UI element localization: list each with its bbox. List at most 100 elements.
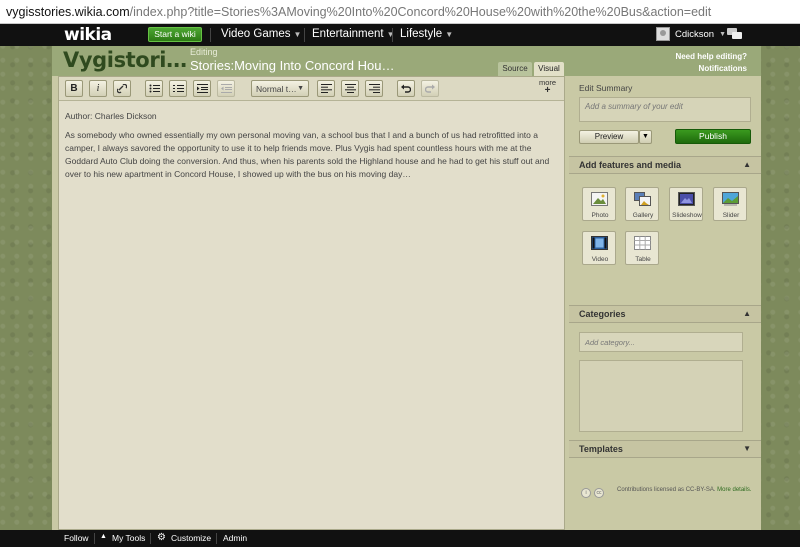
browser-url-bar[interactable]: vygisstories.wikia.com/index.php?title=S…: [0, 0, 800, 24]
bullet-list-icon: [149, 84, 160, 93]
slider-icon: [722, 192, 739, 206]
category-input[interactable]: Add category...: [579, 332, 743, 352]
editor-content[interactable]: Author: Charles Dickson As somebody who …: [65, 110, 560, 187]
hub-video-games[interactable]: Video Games ▼: [221, 28, 301, 40]
nav-divider: [210, 28, 211, 42]
link-icon: [117, 83, 127, 93]
help-editing-link[interactable]: Need help editing?: [675, 52, 747, 61]
feature-label: Video: [591, 256, 609, 263]
edit-summary-input[interactable]: Add a summary of your edit: [579, 97, 751, 122]
align-right-button[interactable]: [365, 80, 383, 97]
toolbar-divider: [94, 533, 95, 544]
toolbar-divider: [216, 533, 217, 544]
outdent-button[interactable]: [217, 80, 235, 97]
tab-source[interactable]: Source: [498, 62, 532, 76]
license-notice: Contributions licensed as CC-BY-SA. More…: [617, 485, 753, 496]
bold-button[interactable]: B: [65, 80, 83, 97]
chevron-down-icon: ▼: [293, 30, 302, 39]
add-video-button[interactable]: Video: [582, 231, 616, 265]
hub-label: Entertainment: [312, 28, 384, 40]
more-toolbar-button[interactable]: more +: [539, 79, 556, 96]
editor-area: B i Normal t… ▼ more + Author: Charles D…: [58, 76, 565, 530]
page-title: Stories:Moving Into Concord Hou…: [190, 58, 395, 73]
feature-label: Slideshow: [672, 212, 702, 219]
user-menu[interactable]: Cdickson ▼: [656, 27, 726, 41]
features-section-header[interactable]: Add features and media ▲: [569, 156, 761, 174]
hub-lifestyle[interactable]: Lifestyle ▼: [400, 28, 453, 40]
redo-button[interactable]: [421, 80, 439, 97]
my-tools-button[interactable]: My Tools: [112, 533, 145, 543]
follow-button[interactable]: Follow: [64, 533, 89, 543]
author-line: Author: Charles Dickson: [65, 111, 157, 121]
align-center-button[interactable]: [341, 80, 359, 97]
license-icons: i cc: [581, 488, 604, 498]
chevron-down-icon: ▼: [719, 30, 727, 38]
feature-label: Table: [635, 256, 651, 263]
format-select[interactable]: Normal t… ▼: [251, 80, 309, 97]
add-slideshow-button[interactable]: Slideshow: [669, 187, 703, 221]
photo-icon: [591, 192, 608, 206]
templates-section-header[interactable]: Templates ▼: [569, 440, 761, 458]
italic-button[interactable]: i: [89, 80, 107, 97]
link-button[interactable]: [113, 80, 131, 97]
tab-visual[interactable]: Visual: [534, 62, 564, 76]
right-rail: Edit Summary Add a summary of your edit …: [569, 76, 761, 530]
slideshow-icon: [678, 192, 695, 206]
preview-dropdown-button[interactable]: ▼: [639, 130, 652, 144]
url-host: vygisstories.wikia.com: [6, 4, 130, 19]
license-text: Contributions licensed as CC-BY-SA.: [617, 487, 716, 493]
feature-label: Photo: [591, 212, 609, 219]
customize-button[interactable]: Customize: [171, 533, 211, 543]
chevron-up-icon: ▲: [743, 160, 751, 169]
templates-title: Templates: [579, 444, 623, 454]
nav-divider: [304, 28, 305, 42]
add-table-button[interactable]: Table: [625, 231, 659, 265]
chevron-down-icon: ▼: [386, 30, 395, 39]
chevron-down-icon: ▼: [445, 30, 454, 39]
hub-label: Video Games: [221, 28, 291, 40]
feature-label: Gallery: [632, 212, 654, 219]
add-gallery-button[interactable]: Gallery: [625, 187, 659, 221]
wiki-wordmark[interactable]: Vygistori…: [63, 48, 187, 72]
indent-icon: [196, 84, 208, 93]
add-photo-button[interactable]: Photo: [582, 187, 616, 221]
hub-label: Lifestyle: [400, 28, 443, 40]
add-slider-button[interactable]: Slider: [713, 187, 747, 221]
category-list: [579, 360, 743, 432]
attribution-icon: i: [581, 488, 591, 498]
categories-title: Categories: [579, 309, 626, 319]
align-left-button[interactable]: [317, 80, 335, 97]
undo-button[interactable]: [397, 80, 415, 97]
indent-button[interactable]: [193, 80, 211, 97]
bullet-list-button[interactable]: [145, 80, 163, 97]
plus-icon: +: [544, 85, 551, 96]
preview-button[interactable]: Preview: [579, 130, 639, 144]
numbered-list-button[interactable]: [169, 80, 187, 97]
messages-icon[interactable]: [727, 28, 743, 40]
story-paragraph: As somebody who owned essentially my own…: [65, 130, 550, 179]
admin-button[interactable]: Admin: [223, 533, 247, 543]
edit-summary-title: Edit Summary: [579, 83, 633, 93]
publish-button[interactable]: Publish: [675, 129, 751, 144]
creative-commons-icon: cc: [594, 488, 604, 498]
wikia-logo[interactable]: wikia: [64, 25, 112, 45]
undo-icon: [401, 84, 411, 93]
chevron-up-icon: ▲: [743, 309, 751, 318]
table-icon: [634, 236, 651, 250]
license-more-link[interactable]: More details.: [717, 487, 751, 493]
start-wiki-button[interactable]: Start a wiki: [148, 27, 202, 42]
notifications-link[interactable]: Notifications: [699, 64, 747, 73]
chevron-down-icon: ▼: [642, 133, 649, 140]
features-title: Add features and media: [579, 160, 682, 170]
format-value: Normal t…: [256, 83, 297, 94]
gallery-icon: [634, 192, 651, 206]
editing-label: Editing: [190, 47, 218, 57]
chevron-up-icon: ▲: [100, 533, 107, 540]
username: Cdickson: [675, 28, 715, 40]
categories-section-header[interactable]: Categories ▲: [569, 305, 761, 323]
hub-entertainment[interactable]: Entertainment ▼: [312, 28, 395, 40]
page-frame: Vygistori… Editing Stories:Moving Into C…: [52, 46, 761, 530]
toolbar-divider: [150, 533, 151, 544]
outdent-icon: [220, 84, 232, 93]
align-right-icon: [368, 84, 380, 93]
